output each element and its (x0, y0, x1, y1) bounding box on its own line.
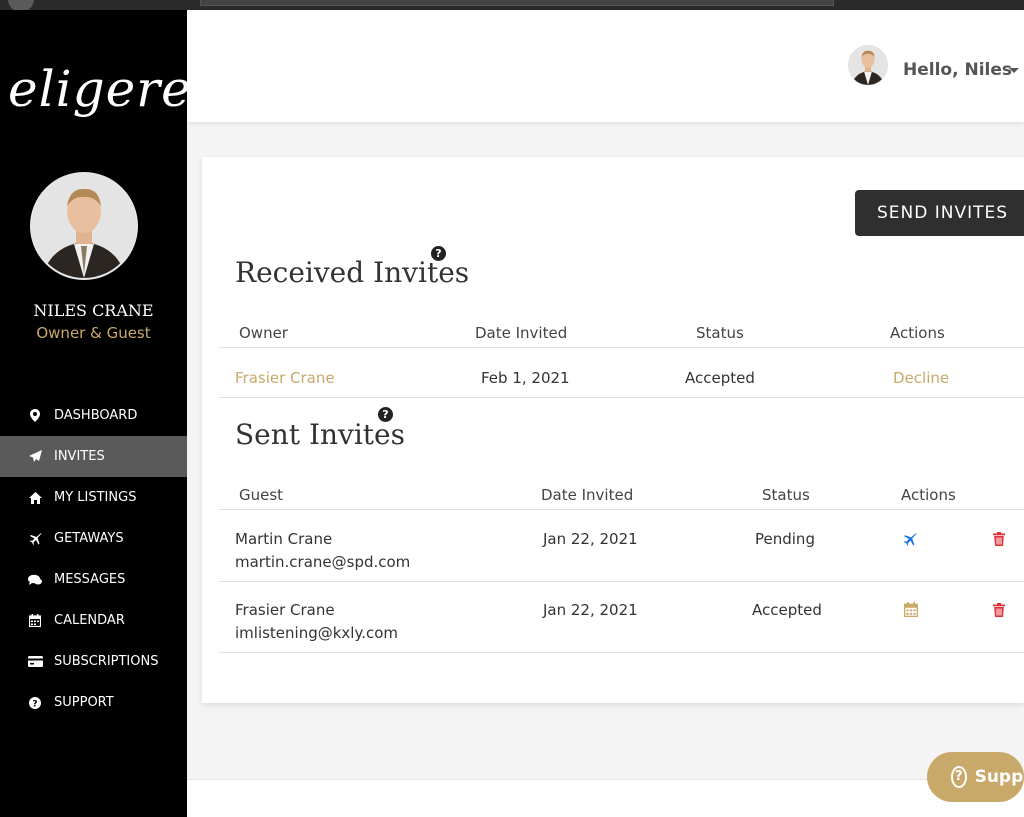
guest-name: Frasier Crane (235, 601, 335, 619)
sidebar-nav: DASHBOARD INVITES MY LISTINGS GETAWAYS M… (0, 395, 187, 723)
received-owner-link[interactable]: Frasier Crane (235, 369, 335, 387)
calendar-icon (27, 614, 43, 628)
sidebar-item-support[interactable]: ? SUPPORT (0, 682, 187, 723)
sidebar-item-label: DASHBOARD (54, 408, 138, 423)
received-header-status: Status (696, 324, 744, 342)
received-invites-title: Received Invites (235, 256, 470, 289)
user-role: Owner & Guest (36, 324, 151, 342)
top-header: Hello, Niles (187, 10, 1024, 122)
browser-address-bar[interactable] (200, 0, 834, 6)
avatar-icon (848, 45, 888, 85)
sidebar-item-getaways[interactable]: GETAWAYS (0, 518, 187, 559)
sidebar-item-subscriptions[interactable]: SUBSCRIPTIONS (0, 641, 187, 682)
sent-header-actions: Actions (901, 486, 956, 504)
header-avatar[interactable] (848, 45, 888, 85)
credit-card-icon (27, 655, 43, 669)
sent-invites-title: Sent Invites (235, 418, 405, 451)
sidebar: eligere NILES CRANE Owner & Guest DASHBO… (0, 10, 191, 817)
question-circle-icon: ? (951, 766, 967, 788)
question-circle-icon: ? (27, 696, 43, 710)
plane-icon[interactable] (903, 531, 917, 550)
received-status: Accepted (685, 369, 755, 387)
avatar-icon (32, 174, 136, 278)
sidebar-item-label: MY LISTINGS (54, 490, 137, 505)
send-invites-button[interactable]: SEND INVITES (855, 190, 1024, 236)
received-header-actions: Actions (890, 324, 945, 342)
divider (219, 347, 1024, 348)
sidebar-item-label: CALENDAR (54, 613, 125, 628)
support-label: Support (974, 767, 1024, 787)
support-button[interactable]: ? Support (927, 752, 1024, 802)
plane-icon (27, 532, 43, 546)
sidebar-item-calendar[interactable]: CALENDAR (0, 600, 187, 641)
map-marker-icon (27, 409, 43, 423)
received-header-owner: Owner (239, 324, 288, 342)
sent-status: Pending (755, 530, 815, 548)
divider (219, 509, 1024, 510)
sidebar-item-messages[interactable]: MESSAGES (0, 559, 187, 600)
trash-icon[interactable] (993, 602, 1005, 621)
sidebar-item-label: INVITES (54, 449, 105, 464)
paper-plane-icon (27, 450, 43, 464)
help-icon[interactable]: ? (431, 246, 446, 261)
invites-card: SEND INVITES Received Invites ? Owner Da… (202, 157, 1024, 703)
guest-email: martin.crane@spd.com (235, 553, 411, 571)
received-date: Feb 1, 2021 (481, 369, 570, 387)
trash-icon[interactable] (993, 531, 1005, 550)
footer (187, 780, 1024, 817)
help-icon[interactable]: ? (378, 407, 393, 422)
sent-header-date: Date Invited (541, 486, 634, 504)
sidebar-item-dashboard[interactable]: DASHBOARD (0, 395, 187, 436)
divider (219, 581, 1024, 582)
chevron-down-icon[interactable] (1009, 68, 1019, 73)
sidebar-item-label: MESSAGES (54, 572, 126, 587)
received-header-date: Date Invited (475, 324, 568, 342)
sidebar-item-my-listings[interactable]: MY LISTINGS (0, 477, 187, 518)
app-logo[interactable]: eligere (8, 60, 192, 118)
chat-icon (27, 573, 43, 587)
sidebar-avatar (30, 172, 138, 280)
user-greeting[interactable]: Hello, Niles (903, 60, 1012, 80)
sent-header-status: Status (762, 486, 810, 504)
calendar-icon[interactable] (903, 602, 919, 621)
guest-name: Martin Crane (235, 530, 333, 548)
divider (219, 652, 1024, 653)
sent-date: Jan 22, 2021 (543, 601, 638, 619)
sidebar-item-label: GETAWAYS (54, 531, 124, 546)
decline-link[interactable]: Decline (893, 369, 949, 387)
guest-email: imlistening@kxly.com (235, 624, 399, 642)
sent-status: Accepted (752, 601, 822, 619)
home-icon (27, 491, 43, 505)
user-name: NILES CRANE (33, 301, 154, 320)
sent-header-guest: Guest (239, 486, 284, 504)
sidebar-item-label: SUPPORT (54, 695, 114, 710)
sidebar-item-label: SUBSCRIPTIONS (54, 654, 159, 669)
browser-top-strip (0, 0, 1024, 12)
divider (219, 397, 1024, 398)
svg-text:?: ? (32, 699, 37, 709)
sent-date: Jan 22, 2021 (543, 530, 638, 548)
sidebar-item-invites[interactable]: INVITES (0, 436, 187, 477)
